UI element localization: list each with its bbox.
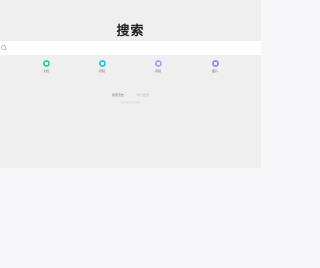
- category-audio[interactable]: 音频: [148, 60, 168, 73]
- search-panel: 搜索 文档 视频 音频 图片 搜索历史 热门搜索 暂无搜索历史记录: [0, 0, 261, 168]
- search-icon[interactable]: [1, 45, 6, 50]
- tab-search-history[interactable]: 搜索历史: [112, 93, 124, 97]
- category-label: 视频: [98, 69, 105, 73]
- category-documents[interactable]: 文档: [36, 60, 56, 73]
- search-bar[interactable]: [0, 41, 261, 55]
- search-page: 搜索 文档 视频 音频 图片 搜索历史 热门搜索 暂无搜索历史记录: [0, 0, 261, 268]
- empty-history-hint: 暂无搜索历史记录: [120, 101, 141, 104]
- category-label: 文档: [42, 69, 49, 73]
- search-input[interactable]: [8, 41, 258, 55]
- document-icon: [42, 60, 50, 67]
- search-tabs: 搜索历史 热门搜索: [0, 93, 261, 98]
- audio-icon: [154, 60, 162, 67]
- category-videos[interactable]: 视频: [92, 60, 112, 73]
- video-icon: [98, 60, 106, 67]
- category-shortcuts: 文档 视频 音频 图片: [0, 60, 261, 76]
- category-label: 图片: [211, 69, 218, 73]
- image-icon: [211, 60, 219, 67]
- page-title: 搜索: [116, 24, 145, 39]
- category-label: 音频: [154, 69, 161, 73]
- category-images[interactable]: 图片: [205, 60, 225, 73]
- tab-hot-searches[interactable]: 热门搜索: [137, 93, 149, 97]
